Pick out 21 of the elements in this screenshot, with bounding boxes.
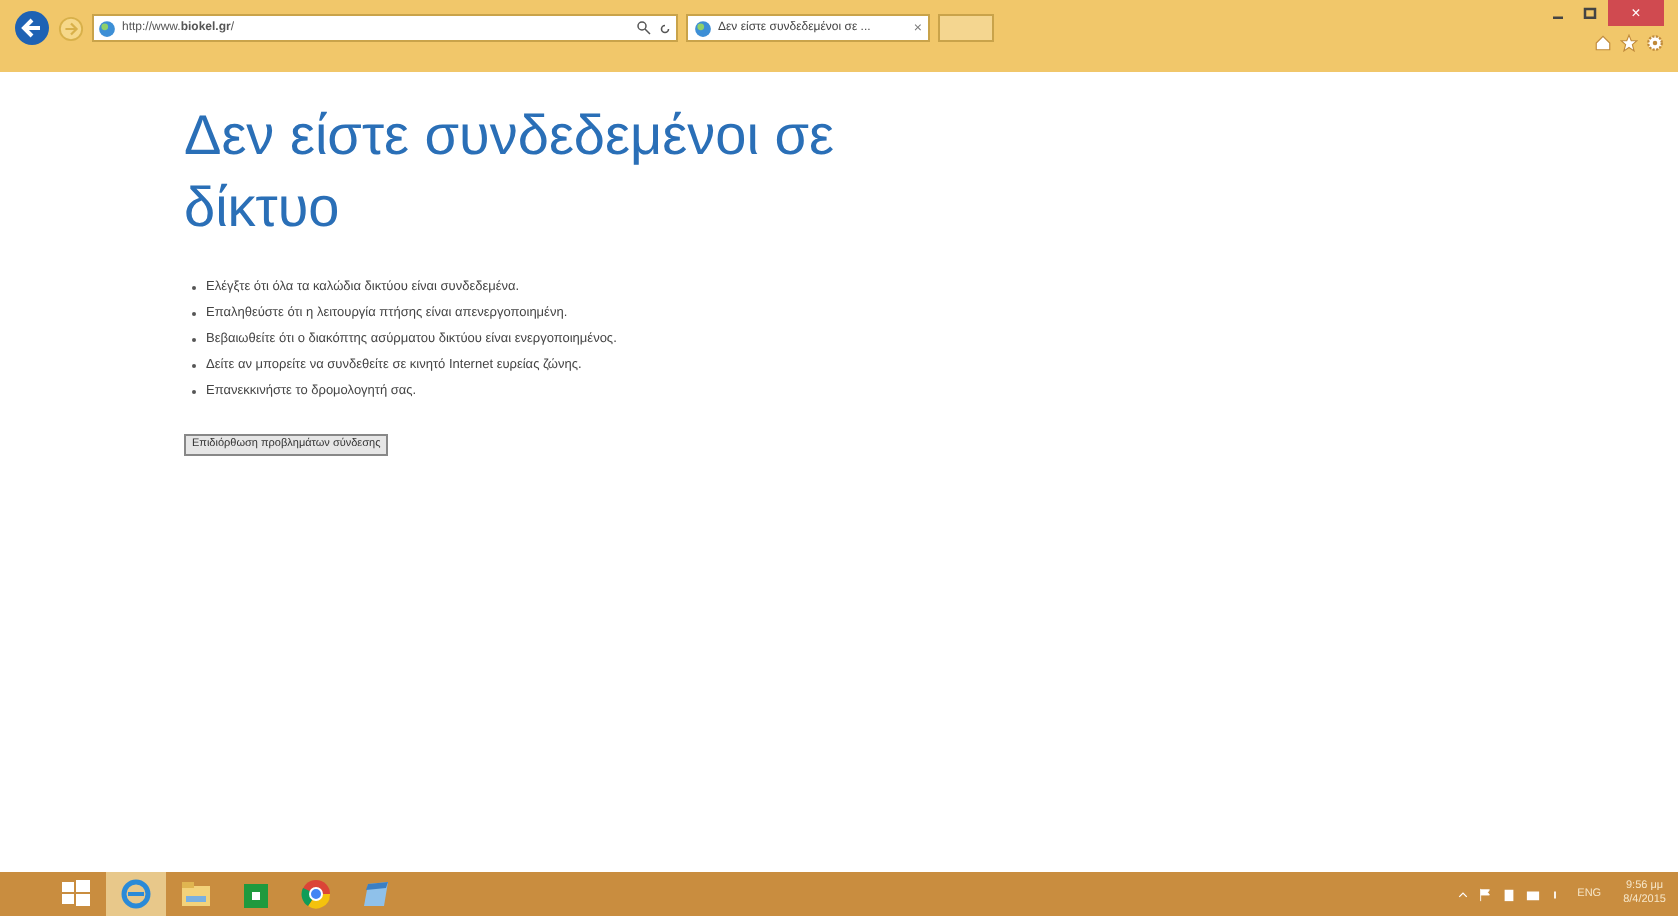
search-icon[interactable] bbox=[636, 20, 652, 36]
shopping-bag-icon[interactable] bbox=[240, 878, 272, 910]
page-globe-icon bbox=[694, 19, 712, 37]
new-tab-button[interactable] bbox=[938, 14, 994, 42]
notepad-icon[interactable] bbox=[360, 878, 392, 910]
page-globe-icon bbox=[98, 19, 116, 37]
close-button[interactable]: × bbox=[1608, 0, 1664, 26]
home-icon[interactable] bbox=[1594, 34, 1612, 52]
windows-logo-icon[interactable] bbox=[60, 878, 92, 910]
page-heading: Δεν είστε συνδεδεμένοι σε δίκτυο bbox=[184, 102, 836, 242]
browser-e-icon[interactable] bbox=[120, 878, 152, 910]
forward-arrow-icon[interactable] bbox=[58, 16, 84, 42]
restore-icon[interactable] bbox=[1580, 3, 1600, 23]
taskbar-button[interactable] bbox=[106, 872, 166, 916]
flag-icon[interactable] bbox=[1477, 887, 1492, 901]
caret-up-icon[interactable] bbox=[1457, 889, 1468, 899]
settings-icon[interactable] bbox=[1646, 34, 1664, 52]
refresh-icon[interactable] bbox=[658, 21, 672, 35]
round-browser-icon[interactable] bbox=[300, 878, 332, 910]
star-icon[interactable] bbox=[1620, 34, 1638, 52]
folder-icon[interactable] bbox=[180, 878, 212, 910]
